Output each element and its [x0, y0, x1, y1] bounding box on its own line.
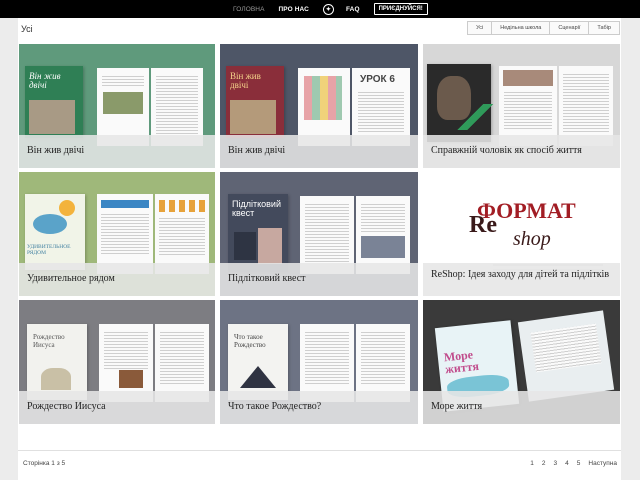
product-card[interactable]: Море життя Море життя — [423, 300, 620, 424]
content-panel: Усі Усі Недільна школа Сценарії Табір Ві… — [18, 18, 621, 480]
product-title[interactable]: Підлітковий квест — [220, 263, 418, 296]
book-cover: Что такое Рождество — [228, 324, 288, 400]
product-title[interactable]: Море життя — [423, 391, 620, 424]
page-info: Сторінка 1 з 5 — [23, 460, 66, 467]
main-menu: ГОЛОВНА ПРО НАС ✦ FAQ ПРИЄДНУЙСЯ! — [233, 0, 428, 18]
filter-sunday-school[interactable]: Недільна школа — [491, 22, 550, 34]
book-cover: Він жив двічі — [226, 66, 284, 138]
join-button[interactable]: ПРИЄДНУЙСЯ! — [373, 3, 428, 15]
page-heading: Усі — [21, 24, 33, 34]
book-cover — [427, 64, 497, 142]
next-page-link[interactable]: Наступна — [588, 460, 617, 467]
page-link[interactable]: 4 — [565, 460, 569, 467]
product-card[interactable]: Він жив двічі УРОК 6 Він жив двічі — [220, 44, 418, 168]
product-card[interactable]: Він жив двічі Він жив двічі — [19, 44, 215, 168]
product-title[interactable]: ReShop: Ідея заходу для дітей та підлітк… — [423, 263, 620, 296]
product-title[interactable]: Він жив двічі — [220, 135, 418, 168]
site-logo-icon[interactable]: ✦ — [322, 3, 334, 15]
book-cover: Він жив двічі — [25, 66, 83, 138]
filter-scenarios[interactable]: Сценарії — [549, 22, 589, 34]
page-link[interactable]: 2 — [542, 460, 546, 467]
book-cover: Підлітковий квест — [228, 194, 288, 272]
book-cover: Рождество Иисуса — [27, 324, 87, 400]
nav-about-link[interactable]: ПРО НАС — [279, 6, 309, 13]
page-link[interactable]: 1 — [530, 460, 534, 467]
product-title[interactable]: Він жив двічі — [19, 135, 215, 168]
product-card[interactable]: УДИВИТЕЛЬНОЕ РЯДОМ Удивительное рядом — [19, 172, 215, 296]
page-link[interactable]: 3 — [554, 460, 558, 467]
product-title[interactable]: Что такое Рождество? — [220, 391, 418, 424]
product-card[interactable]: Справжній чоловік як спосіб життя — [423, 44, 620, 168]
product-title[interactable]: Удивительное рядом — [19, 263, 215, 296]
product-card[interactable]: ФОРМАТ Re shop ReShop: Ідея заходу для д… — [423, 172, 620, 296]
nav-faq-link[interactable]: FAQ — [346, 6, 360, 13]
product-title[interactable]: Рождество Иисуса — [19, 391, 215, 424]
product-title[interactable]: Справжній чоловік як спосіб життя — [423, 135, 620, 168]
product-card[interactable]: Рождество Иисуса Рождество Иисуса — [19, 300, 215, 424]
pager: 1 2 3 4 5 Наступна — [522, 460, 617, 467]
category-filter: Усі Недільна школа Сценарії Табір — [467, 21, 620, 35]
page-link[interactable]: 5 — [577, 460, 581, 467]
pagination-bar: Сторінка 1 з 5 1 2 3 4 5 Наступна — [18, 450, 621, 480]
product-grid: Він жив двічі Він жив двічі Він жив двіч… — [19, 44, 620, 424]
book-cover: УДИВИТЕЛЬНОЕ РЯДОМ — [25, 194, 85, 270]
filter-camp[interactable]: Табір — [588, 22, 619, 34]
product-card[interactable]: Что такое Рождество Что такое Рождество? — [220, 300, 418, 424]
filter-all[interactable]: Усі — [468, 22, 492, 34]
product-card[interactable]: Підлітковий квест Підлітковий квест — [220, 172, 418, 296]
top-navigation-bar: ГОЛОВНА ПРО НАС ✦ FAQ ПРИЄДНУЙСЯ! — [0, 0, 640, 18]
nav-home-link[interactable]: ГОЛОВНА — [233, 6, 265, 13]
